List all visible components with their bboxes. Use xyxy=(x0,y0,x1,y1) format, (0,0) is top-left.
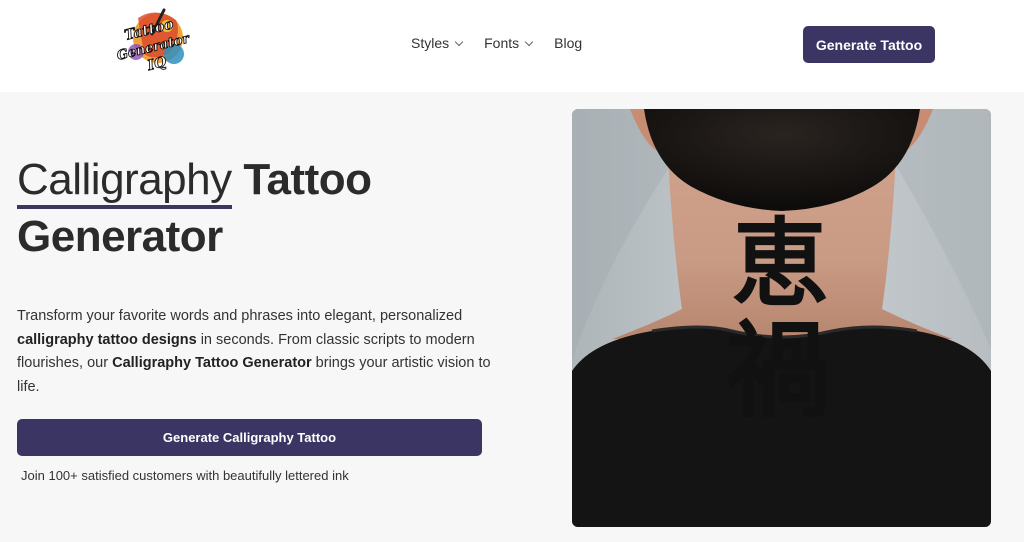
title-word-tattoo: Tattoo xyxy=(243,155,372,204)
tattoo-generator-iq-logo[interactable]: Tattoo Generator IQ xyxy=(112,8,192,80)
hero-description: Transform your favorite words and phrase… xyxy=(17,305,492,399)
nav-styles-label: Styles xyxy=(411,35,450,51)
title-word-generator: Generator xyxy=(17,212,223,261)
site-header: Tattoo Generator IQ Styles Fonts Blog Ge… xyxy=(0,0,1024,92)
nav-blog-label: Blog xyxy=(554,35,583,51)
generate-tattoo-button[interactable]: Generate Tattoo xyxy=(803,26,935,63)
desc-bold-2: Calligraphy Tattoo Generator xyxy=(112,355,312,371)
nav-styles[interactable]: Styles xyxy=(411,35,464,51)
social-proof-text: Join 100+ satisfied customers with beaut… xyxy=(21,468,349,483)
nav-fonts-label: Fonts xyxy=(484,35,520,51)
chevron-down-icon xyxy=(454,37,464,46)
tattoo-character-1: 恵 xyxy=(732,208,828,320)
nav-blog[interactable]: Blog xyxy=(554,35,582,51)
chevron-down-icon xyxy=(524,37,534,46)
generate-calligraphy-tattoo-button[interactable]: Generate Calligraphy Tattoo xyxy=(17,419,482,456)
nav-fonts[interactable]: Fonts xyxy=(484,35,534,51)
desc-text-1: Transform your favorite words and phrase… xyxy=(17,308,463,324)
page-title: Calligraphy Tattoo Generator xyxy=(17,152,537,265)
desc-bold-1: calligraphy tattoo designs xyxy=(17,331,197,348)
title-highlight: Calligraphy xyxy=(17,155,232,209)
tattoo-character-2: 禍 xyxy=(726,310,830,432)
neck-tattoo-photo: 恵 禍 xyxy=(572,109,991,527)
main-nav: Styles Fonts Blog xyxy=(411,35,582,51)
svg-text:IQ: IQ xyxy=(145,54,168,74)
